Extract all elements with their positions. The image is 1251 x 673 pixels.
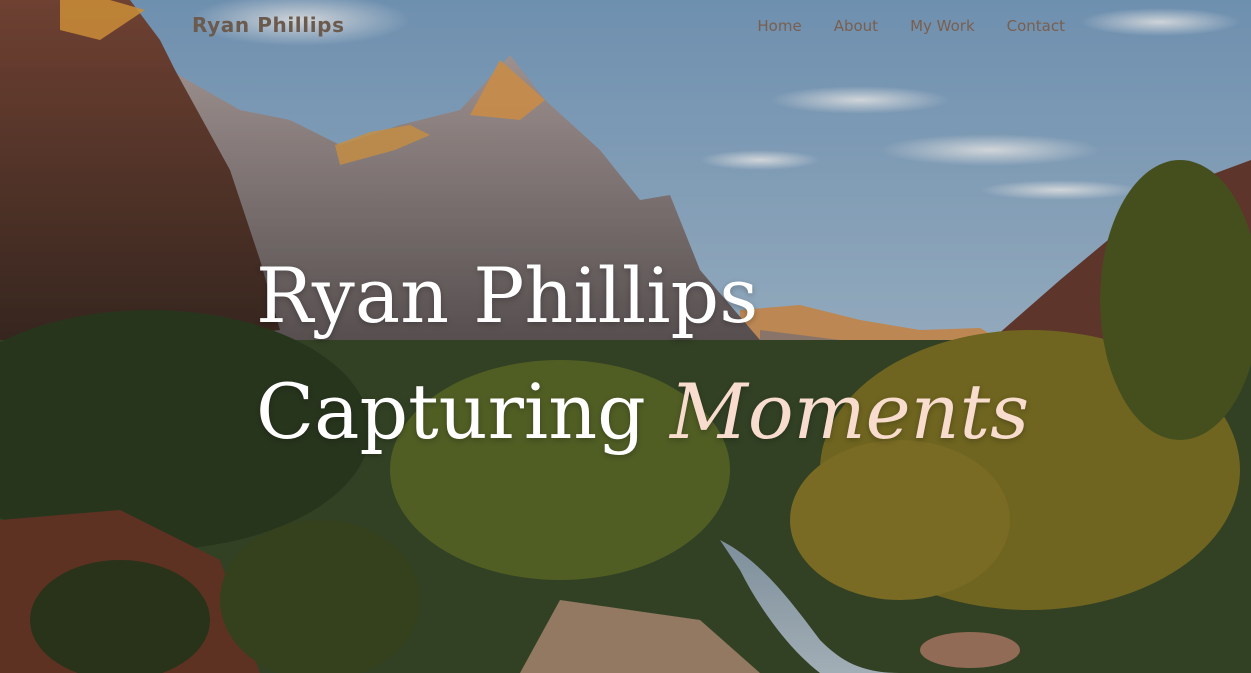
- hero-headline-line2-plain: Capturing: [256, 367, 646, 456]
- nav-link-contact[interactable]: Contact: [1007, 17, 1065, 35]
- hero-headline-accent: Moments: [670, 367, 1030, 456]
- nav-links: Home About My Work Contact: [757, 17, 1065, 35]
- hero-headline-line1: Ryan Phillips: [256, 251, 759, 340]
- hero-headline: Ryan Phillips Capturing Moments: [256, 238, 1029, 470]
- top-navbar: Ryan Phillips Home About My Work Contact: [0, 0, 1251, 56]
- brand-logo-link[interactable]: Ryan Phillips: [192, 13, 345, 37]
- hero-section: Ryan Phillips Home About My Work Contact…: [0, 0, 1251, 673]
- nav-link-home[interactable]: Home: [757, 17, 801, 35]
- nav-link-about[interactable]: About: [834, 17, 878, 35]
- nav-link-my-work[interactable]: My Work: [910, 17, 975, 35]
